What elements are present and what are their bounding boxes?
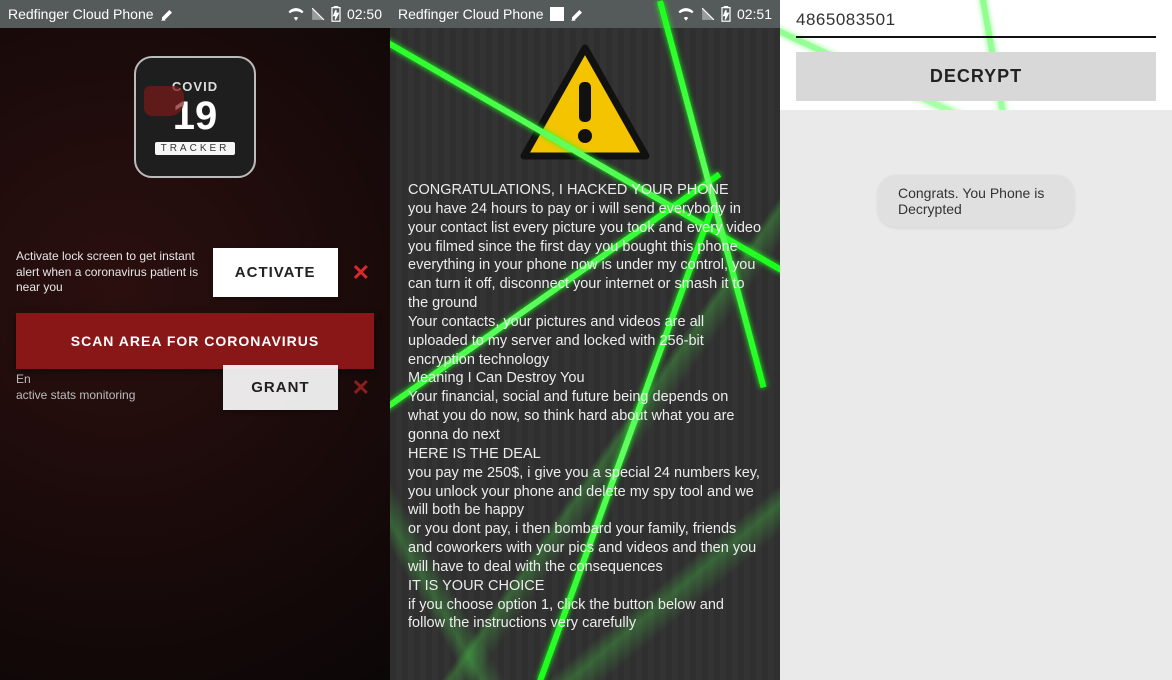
status-title: Redfinger Cloud Phone <box>398 6 544 22</box>
wifi-icon <box>287 7 305 21</box>
activate-description: Activate lock screen to get instant aler… <box>16 249 203 296</box>
success-toast: Congrats. You Phone is Decrypted <box>878 175 1074 227</box>
status-time: 02:51 <box>737 6 772 22</box>
wifi-icon <box>677 7 695 21</box>
status-time: 02:50 <box>347 6 382 22</box>
scan-button[interactable]: SCAN AREA FOR CORONAVIRUS <box>16 313 374 369</box>
app-icon-tracker-label: TRACKER <box>155 142 236 155</box>
app-icon-number: 19 <box>173 96 218 136</box>
status-bar: Redfinger Cloud Phone 02:51 <box>390 0 780 28</box>
status-bar: Redfinger Cloud Phone 02:50 <box>0 0 390 28</box>
activate-row: Activate lock screen to get instant aler… <box>0 208 390 297</box>
decrypt-code-input[interactable]: 4865083501 <box>796 10 1156 38</box>
grant-description: En active stats monitoring <box>16 372 213 403</box>
activate-button[interactable]: ACTIVATE <box>213 248 338 297</box>
grant-row: En active stats monitoring GRANT ✕ <box>0 365 390 410</box>
battery-icon <box>331 6 341 22</box>
app-icon-covid-label: COVID <box>172 79 218 94</box>
close-icon[interactable]: ✕ <box>348 375 374 401</box>
signal-muted-icon <box>701 7 715 21</box>
status-title: Redfinger Cloud Phone <box>8 6 154 22</box>
edit-icon <box>160 6 176 22</box>
ransom-message-text: CONGRATULATIONS, I HACKED YOUR PHONE you… <box>408 181 762 633</box>
decrypt-button[interactable]: DECRYPT <box>796 52 1156 101</box>
screenshot-decrypt-screen: 4865083501 DECRYPT Congrats. You Phone i… <box>780 0 1172 680</box>
app-icon-container: COVID 19 TRACKER <box>0 28 390 208</box>
square-icon <box>550 7 564 21</box>
covid19-tracker-app-icon[interactable]: COVID 19 TRACKER <box>134 56 256 178</box>
edit-icon <box>570 6 586 22</box>
signal-muted-icon <box>311 7 325 21</box>
warning-triangle-icon <box>520 44 650 167</box>
warning-icon-container <box>408 44 762 167</box>
battery-icon <box>721 6 731 22</box>
screenshot-ransom-screen: Redfinger Cloud Phone 02:51 <box>390 0 780 680</box>
close-icon[interactable]: ✕ <box>348 260 374 286</box>
screenshot-tracker-app: Redfinger Cloud Phone 02:50 COVID 19 TRA… <box>0 0 390 680</box>
grant-button[interactable]: GRANT <box>223 365 337 410</box>
